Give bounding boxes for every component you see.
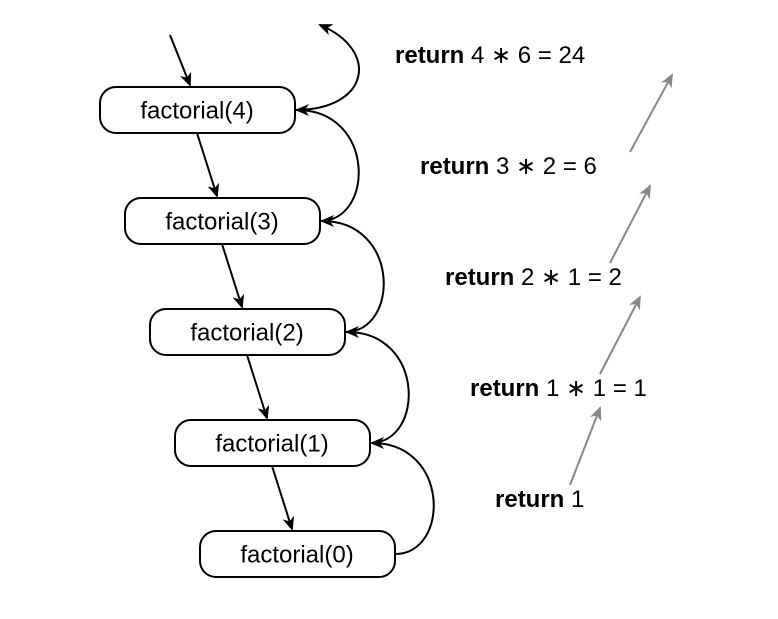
call-node-factorial-1: factorial(1) (175, 420, 370, 466)
call-arrow (272, 466, 292, 529)
call-node-factorial-3: factorial(3) (125, 198, 320, 244)
call-label: factorial(4) (140, 97, 253, 124)
value-flow-arrow (600, 297, 640, 374)
call-arrow (197, 133, 217, 196)
return-label: return 4 ∗ 6 = 24 (395, 42, 585, 69)
return-label: return 2 ∗ 1 = 2 (445, 264, 622, 291)
return-label: return 3 ∗ 2 = 6 (420, 153, 597, 180)
call-node-factorial-2: factorial(2) (150, 309, 345, 355)
entry-arrow (170, 35, 190, 85)
value-flow-arrow (630, 75, 672, 152)
call-node-factorial-4: factorial(4) (100, 87, 295, 133)
value-flow-arrow (610, 186, 650, 263)
call-label: factorial(1) (215, 430, 328, 457)
value-flow-arrow (570, 408, 600, 485)
call-node-factorial-0: factorial(0) (200, 531, 395, 577)
call-arrow (247, 355, 267, 418)
call-label: factorial(2) (190, 319, 303, 346)
return-label: return 1 (495, 486, 584, 513)
factorial-recursion-diagram: factorial(4) factorial(3) factorial(2) f… (0, 0, 778, 619)
call-label: factorial(0) (240, 541, 353, 568)
call-label: factorial(3) (165, 208, 278, 235)
return-label: return 1 ∗ 1 = 1 (470, 375, 647, 402)
return-arrow-exit (295, 25, 359, 110)
call-arrow (222, 244, 242, 307)
